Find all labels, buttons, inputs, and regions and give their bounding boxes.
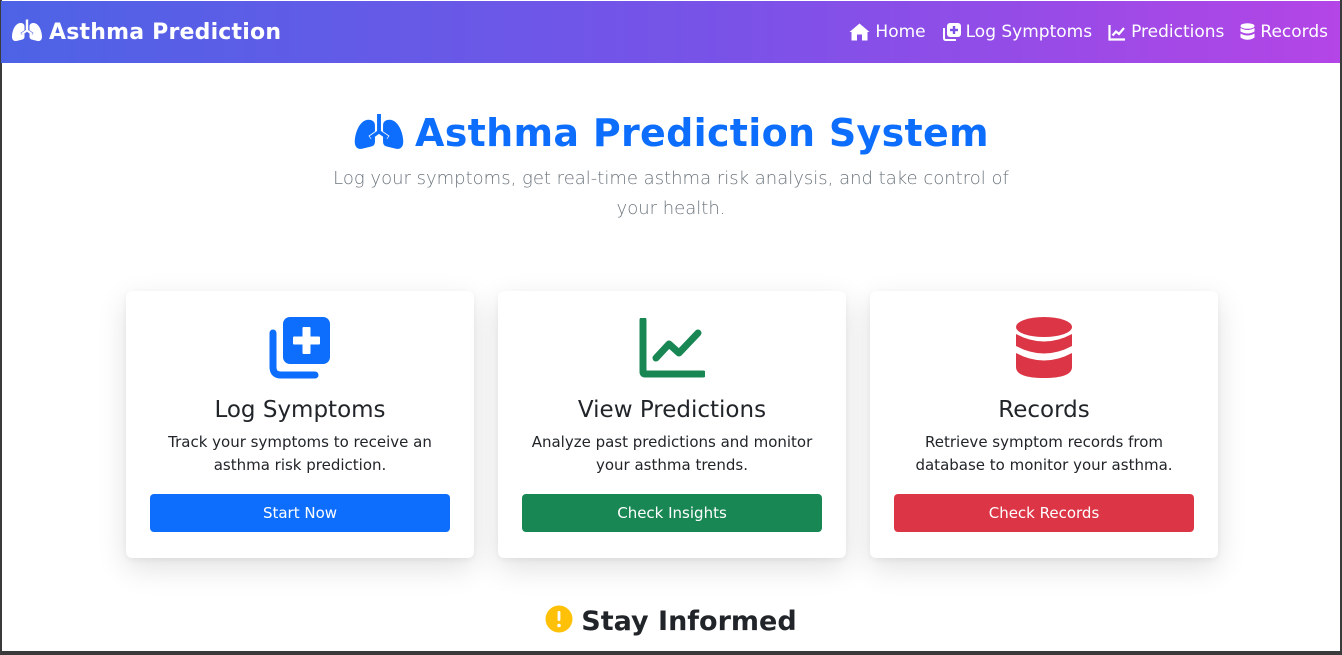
database-icon: [1015, 317, 1073, 379]
page-subtitle: Log your symptoms, get real-time asthma …: [333, 168, 1009, 219]
navbar-brand[interactable]: Asthma Prediction: [11, 17, 281, 47]
section-heading: Stay Informed: [581, 605, 797, 637]
house-icon: [849, 23, 870, 41]
nav-links: Home Log Symptoms Predictions Records: [849, 22, 1328, 42]
nav-link-label: Predictions: [1131, 22, 1225, 42]
nav-link-label: Log Symptoms: [965, 22, 1093, 42]
card-description: Retrieve symptom records from database t…: [915, 433, 1173, 474]
card-title: Log Symptoms: [214, 397, 386, 423]
database-icon: [1240, 23, 1255, 41]
card-title: View Predictions: [577, 397, 767, 423]
card-description: Analyze past predictions and monitor you…: [531, 433, 813, 474]
nav-link-label: Records: [1260, 22, 1328, 42]
nav-link-home[interactable]: Home: [849, 22, 926, 42]
plus-square-icon: [269, 317, 331, 379]
exclamation-circle-icon: [545, 605, 573, 637]
hero-section: Asthma Prediction System Log your sympto…: [0, 110, 1342, 224]
brand-name: Asthma Prediction: [49, 19, 282, 45]
nav-link-log-symptoms[interactable]: Log Symptoms: [942, 22, 1092, 42]
nav-link-records[interactable]: Records: [1240, 22, 1328, 42]
lungs-icon: [11, 17, 43, 47]
card-view-predictions: View Predictions Analyze past prediction…: [498, 291, 846, 558]
page-title-text: Asthma Prediction System: [415, 111, 989, 155]
stay-informed-section: Stay Informed: [0, 605, 1342, 637]
card-description: Track your symptoms to receive an asthma…: [168, 433, 432, 474]
check-insights-button[interactable]: Check Insights: [522, 494, 822, 532]
card-title: Records: [998, 397, 1090, 423]
card-log-symptoms: Log Symptoms Track your symptoms to rece…: [126, 291, 474, 558]
window-frame-left: [0, 0, 2, 655]
chart-line-icon: [639, 317, 705, 379]
nav-link-label: Home: [875, 22, 926, 42]
plus-square-icon: [942, 22, 961, 42]
page-title: Asthma Prediction System: [0, 110, 1342, 156]
feature-cards: Log Symptoms Track your symptoms to rece…: [126, 291, 1218, 558]
navbar: Asthma Prediction Home Log Symptoms Pred…: [1, 1, 1340, 63]
chart-line-icon: [1108, 24, 1126, 41]
nav-link-predictions[interactable]: Predictions: [1108, 22, 1224, 42]
window-frame-bottom: [0, 651, 1342, 655]
lungs-icon: [353, 110, 405, 156]
start-now-button[interactable]: Start Now: [150, 494, 450, 532]
check-records-button[interactable]: Check Records: [894, 494, 1194, 532]
card-records: Records Retrieve symptom records from da…: [870, 291, 1218, 558]
